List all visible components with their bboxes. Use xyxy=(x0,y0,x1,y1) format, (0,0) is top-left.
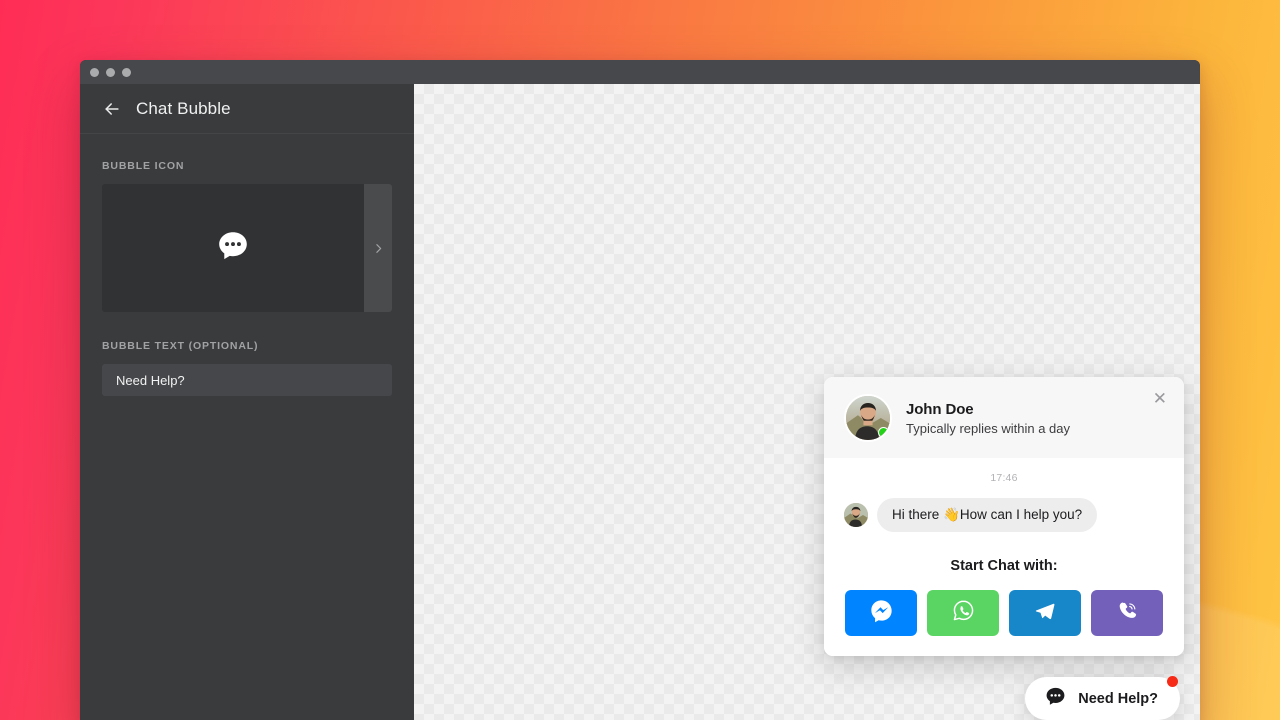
app-window: Chat Bubble BUBBLE ICON BUBBLE TEXT (OPT… xyxy=(80,60,1200,720)
avatar xyxy=(844,503,868,527)
avatar xyxy=(844,394,892,442)
panel-content: BUBBLE ICON BUBBLE TEXT (OPTIONAL) Need … xyxy=(80,134,414,396)
channel-button-row xyxy=(844,590,1164,636)
chat-widget-header: ✕ John Doe Typically replies within a da… xyxy=(824,377,1184,458)
message-timestamp: 17:46 xyxy=(990,472,1018,484)
channel-button-whatsapp[interactable] xyxy=(927,590,999,636)
message-bubble: Hi there 👋How can I help you? xyxy=(877,498,1098,532)
panel-header: Chat Bubble xyxy=(80,84,414,134)
chat-launcher-button[interactable]: Need Help? xyxy=(1025,676,1180,720)
preview-canvas: ✕ John Doe Typically replies within a da… xyxy=(414,84,1200,720)
bubble-icon-label: BUBBLE ICON xyxy=(102,160,185,172)
agent-name: John Doe xyxy=(906,400,974,418)
bubble-text-input[interactable]: Need Help? xyxy=(102,364,392,396)
window-close-dot[interactable] xyxy=(90,67,99,77)
viber-icon xyxy=(1115,598,1140,628)
start-chat-title: Start Chat with: xyxy=(950,558,1058,574)
messenger-icon xyxy=(869,598,894,628)
whatsapp-icon xyxy=(951,598,976,628)
window-maximize-dot[interactable] xyxy=(122,67,131,77)
channel-button-viber[interactable] xyxy=(1091,590,1163,636)
message-row: Hi there 👋How can I help you? xyxy=(844,498,1164,532)
online-status-dot xyxy=(878,427,889,438)
window-minimize-dot[interactable] xyxy=(106,67,115,77)
telegram-icon xyxy=(1033,599,1057,628)
channel-button-messenger[interactable] xyxy=(845,590,917,636)
bubble-icon-picker[interactable] xyxy=(102,184,392,312)
channel-button-telegram[interactable] xyxy=(1009,590,1081,636)
agent-info: John Doe Typically replies within a day xyxy=(906,401,1070,436)
settings-sidebar: Chat Bubble BUBBLE ICON BUBBLE TEXT (OPT… xyxy=(80,84,414,720)
chat-launcher-label: Need Help? xyxy=(1078,690,1158,707)
window-body: Chat Bubble BUBBLE ICON BUBBLE TEXT (OPT… xyxy=(80,84,1200,720)
agent-status: Typically replies within a day xyxy=(906,420,1071,436)
page-title: Chat Bubble xyxy=(136,98,231,118)
bubble-text-label: BUBBLE TEXT (OPTIONAL) xyxy=(102,340,259,352)
chevron-right-icon[interactable] xyxy=(364,184,392,312)
chat-bubble-dots-icon xyxy=(1044,685,1067,713)
chat-widget: ✕ John Doe Typically replies within a da… xyxy=(824,377,1184,656)
chat-bubble-dots-icon xyxy=(216,229,250,268)
bubble-text-value: Need Help? xyxy=(116,372,185,388)
chat-widget-body: 17:46 Hi there 👋How can I help you? Star… xyxy=(824,458,1184,656)
notification-badge xyxy=(1167,676,1178,687)
arrow-left-icon[interactable] xyxy=(102,99,122,119)
close-icon[interactable]: ✕ xyxy=(1149,387,1171,412)
bubble-icon-preview[interactable] xyxy=(102,184,364,312)
window-titlebar xyxy=(80,60,1200,84)
